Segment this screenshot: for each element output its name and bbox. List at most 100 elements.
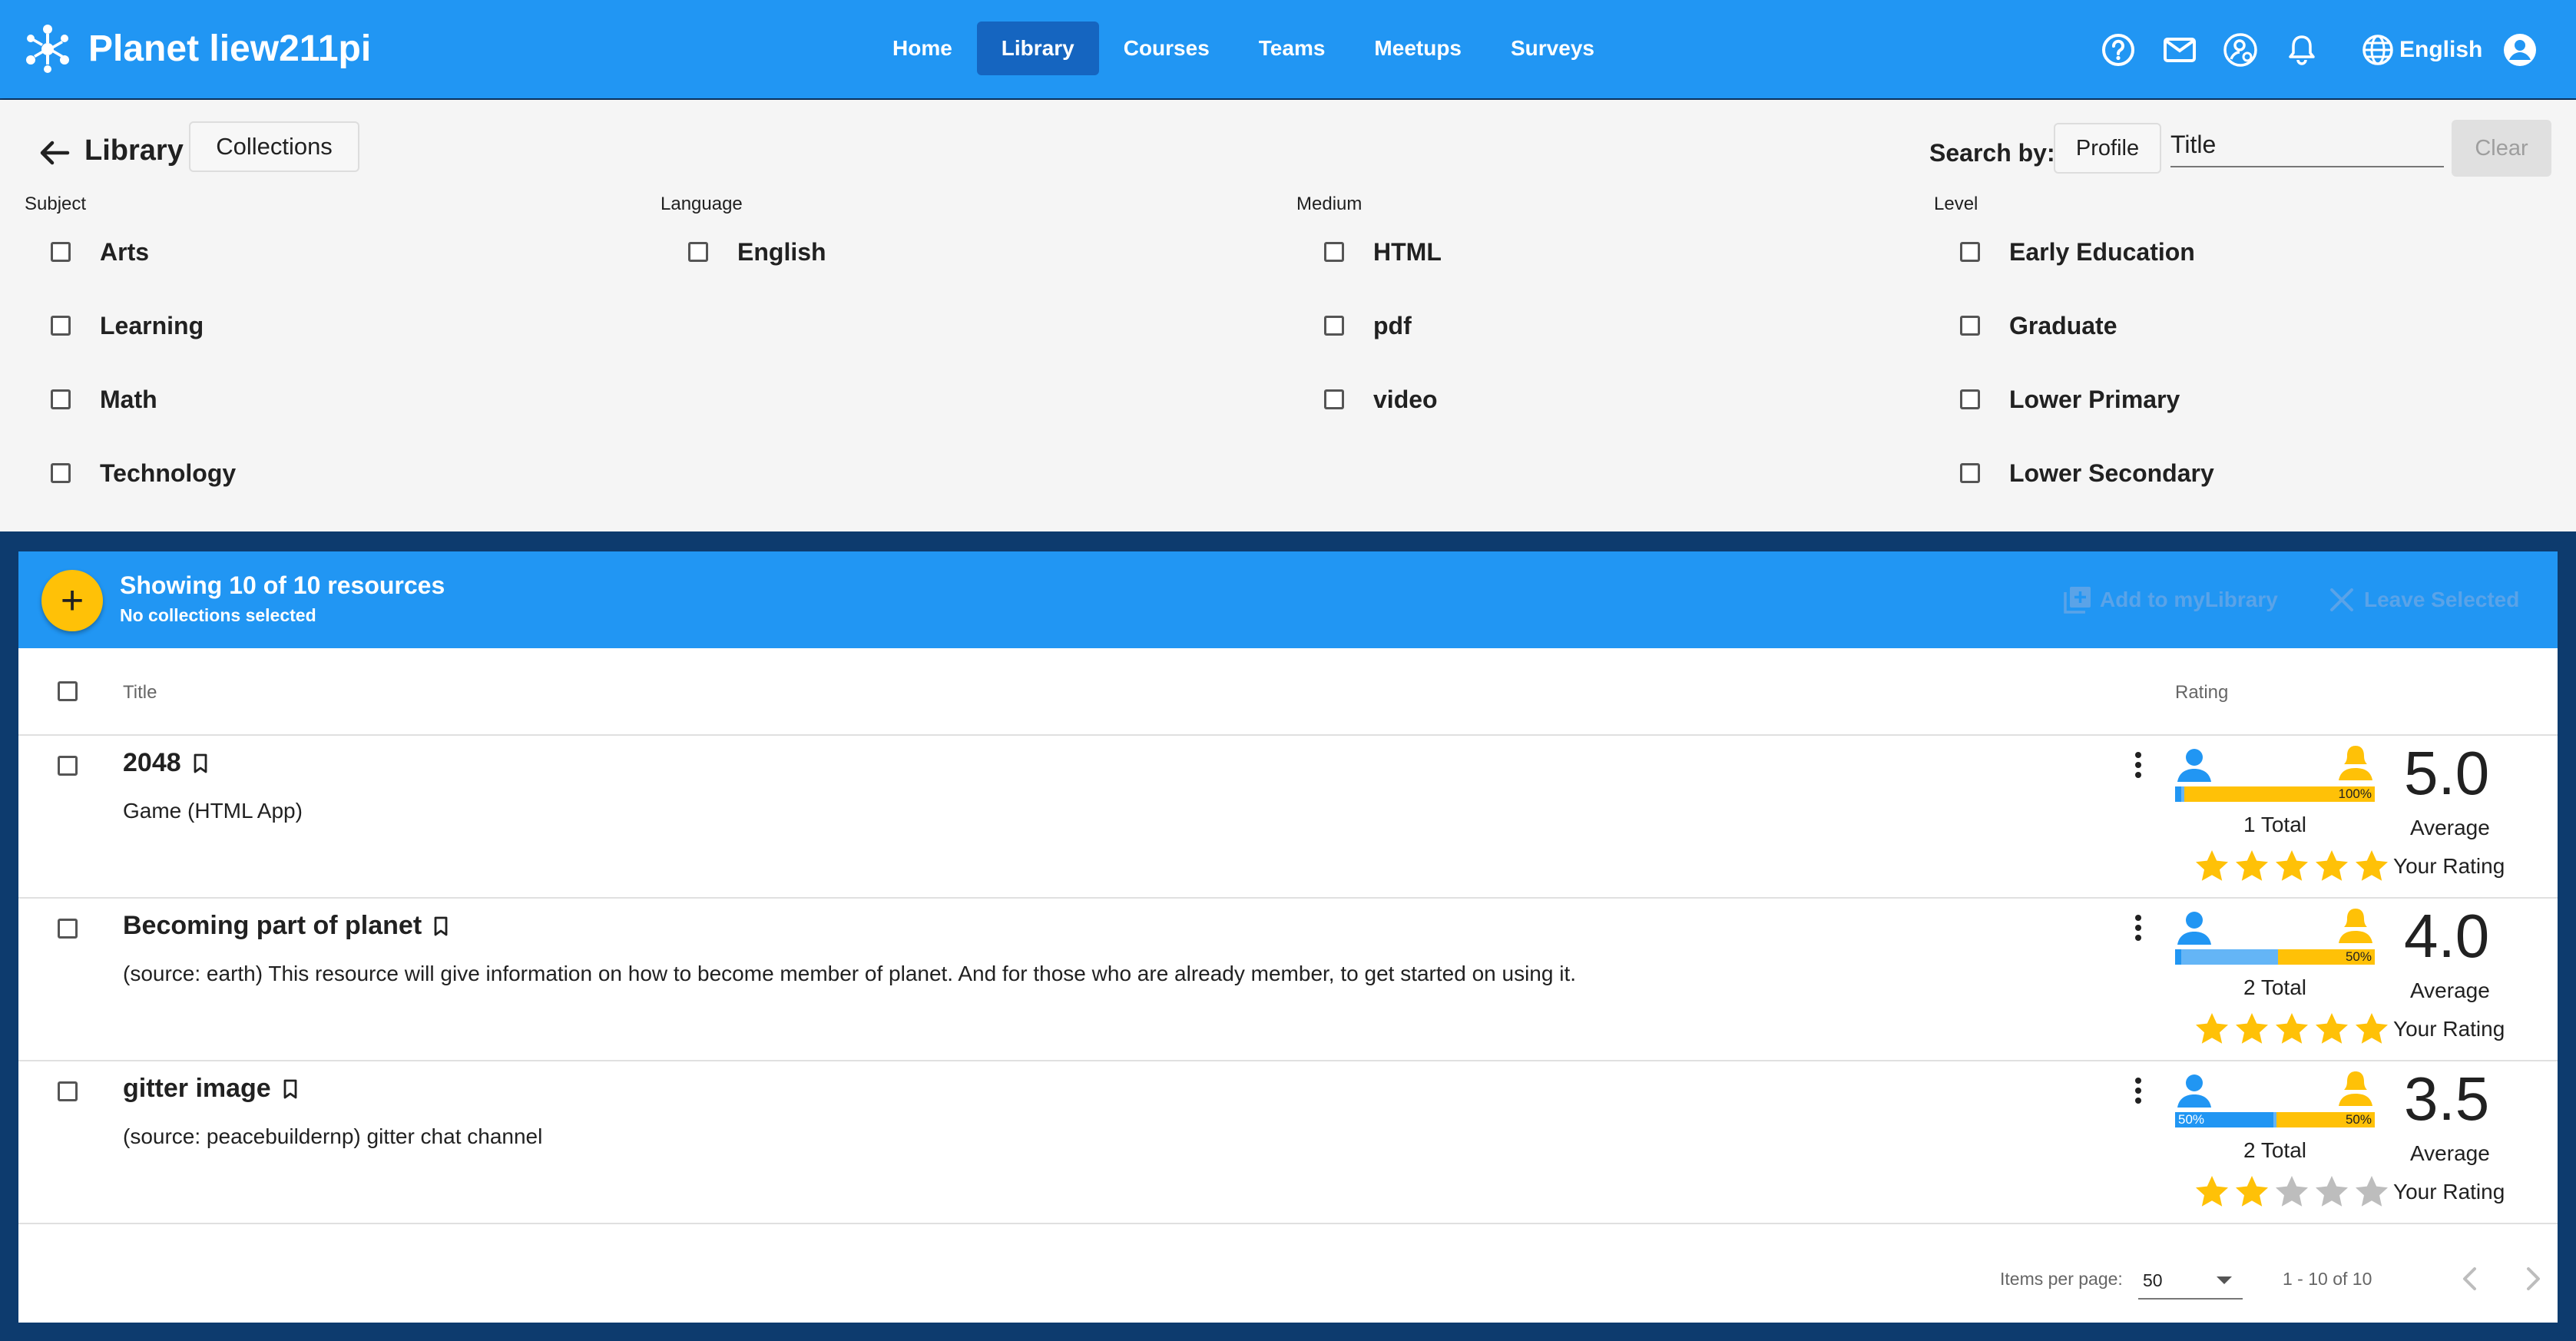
row-checkbox[interactable] (58, 919, 78, 939)
gender-rating-bar: 50% 50% (2175, 1112, 2375, 1127)
your-rating-stars[interactable] (2194, 1174, 2393, 1210)
nav-courses[interactable]: Courses (1099, 22, 1234, 75)
star-filled-icon[interactable] (2233, 1011, 2270, 1048)
leave-selected-button[interactable]: Leave Selected (2326, 582, 2519, 618)
rating-average: 4.0 (2404, 902, 2490, 970)
your-rating-stars[interactable] (2194, 848, 2393, 885)
star-empty-icon[interactable] (2313, 1174, 2350, 1210)
more-vert-icon[interactable] (2123, 748, 2154, 782)
collections-button[interactable]: Collections (189, 121, 359, 172)
app-brand-title[interactable]: Planet liew211pi (88, 23, 371, 75)
bookmark-icon[interactable] (279, 1078, 302, 1101)
star-filled-icon[interactable] (2353, 1011, 2390, 1048)
row-checkbox[interactable] (58, 1081, 78, 1101)
nav-surveys[interactable]: Surveys (1486, 22, 1619, 75)
profile-button[interactable]: Profile (2054, 123, 2161, 174)
clear-button[interactable]: Clear (2452, 120, 2551, 177)
filter-option-arts[interactable]: Arts (51, 233, 149, 270)
checkbox[interactable] (51, 242, 71, 262)
top-app-bar: Planet liew211pi Home Library Courses Te… (0, 0, 2576, 98)
items-per-page-select[interactable]: 50 (2138, 1260, 2243, 1300)
filter-option-lower-primary[interactable]: Lower Primary (1960, 381, 2180, 418)
nav-home[interactable]: Home (868, 22, 977, 75)
account-icon[interactable] (2502, 32, 2538, 68)
filter-option-lower-secondary[interactable]: Lower Secondary (1960, 455, 2214, 492)
column-header-title[interactable]: Title (123, 682, 157, 704)
star-filled-icon[interactable] (2273, 1011, 2310, 1048)
nav-teams[interactable]: Teams (1234, 22, 1350, 75)
filter-option-technology[interactable]: Technology (51, 455, 236, 492)
resource-description: (source: earth) This resource will give … (123, 962, 1576, 985)
checkbox[interactable] (1960, 389, 1980, 409)
star-filled-icon[interactable] (2194, 1011, 2230, 1048)
star-filled-icon[interactable] (2313, 848, 2350, 885)
filter-subject-label: Subject (25, 194, 87, 214)
checkbox[interactable] (51, 463, 71, 483)
filter-option-learning[interactable]: Learning (51, 307, 204, 344)
checkbox[interactable] (1960, 463, 1980, 483)
checkbox[interactable] (1324, 389, 1344, 409)
filter-option-math[interactable]: Math (51, 381, 157, 418)
checkbox[interactable] (51, 316, 71, 336)
resource-title[interactable]: Becoming part of planet (123, 911, 452, 941)
resource-title[interactable]: gitter image (123, 1074, 302, 1104)
checkbox[interactable] (1960, 242, 1980, 262)
star-filled-icon[interactable] (2273, 848, 2310, 885)
checkbox[interactable] (1960, 316, 1980, 336)
next-page-icon[interactable] (2515, 1261, 2550, 1296)
filter-option-english[interactable]: English (688, 233, 826, 270)
star-filled-icon[interactable] (2233, 848, 2270, 885)
male-rating-segment (2175, 949, 2181, 965)
checkbox[interactable] (51, 389, 71, 409)
nav-meetups[interactable]: Meetups (1349, 22, 1486, 75)
close-icon (2330, 588, 2353, 611)
filter-option-html[interactable]: HTML (1324, 233, 1442, 270)
filter-option-early-education[interactable]: Early Education (1960, 233, 2195, 270)
paginator: Items per page: 50 1 - 10 of 10 (18, 1238, 2558, 1323)
gender-rating-bar: 100% (2175, 786, 2375, 802)
star-filled-icon[interactable] (2194, 848, 2230, 885)
checkbox[interactable] (1324, 316, 1344, 336)
star-filled-icon[interactable] (2353, 848, 2390, 885)
previous-page-icon[interactable] (2453, 1261, 2488, 1296)
female-user-icon (2339, 909, 2372, 943)
filter-option-pdf[interactable]: pdf (1324, 307, 1412, 344)
bookmark-icon[interactable] (429, 915, 452, 938)
table-row[interactable]: 2048 Game (HTML App) 100% 1 Total 5.0 Av… (18, 736, 2558, 899)
star-filled-icon[interactable] (2313, 1011, 2350, 1048)
rating-total: 2 Total (2243, 975, 2306, 999)
row-checkbox[interactable] (58, 756, 78, 776)
resource-title[interactable]: 2048 (123, 748, 212, 778)
add-resource-button[interactable]: + (41, 570, 103, 631)
column-header-rating[interactable]: Rating (2175, 682, 2228, 704)
bell-icon[interactable] (2284, 32, 2319, 68)
star-empty-icon[interactable] (2353, 1174, 2390, 1210)
select-all-checkbox[interactable] (58, 681, 78, 701)
checkbox[interactable] (688, 242, 708, 262)
user-settings-icon[interactable] (2223, 32, 2258, 68)
more-vert-icon[interactable] (2123, 1074, 2154, 1108)
no-rating-segment (2181, 949, 2278, 965)
planet-logo-icon[interactable] (20, 22, 75, 77)
add-to-mylibrary-button[interactable]: Add to myLibrary (2061, 582, 2278, 618)
rating-average-label: Average (2410, 816, 2490, 839)
language-selector[interactable]: English (2361, 31, 2482, 69)
filter-option-graduate[interactable]: Graduate (1960, 307, 2117, 344)
table-row[interactable]: gitter image (source: peacebuildernp) gi… (18, 1061, 2558, 1224)
table-row[interactable]: Becoming part of planet (source: earth) … (18, 899, 2558, 1061)
mail-icon[interactable] (2162, 32, 2197, 68)
bookmark-icon[interactable] (189, 752, 212, 775)
search-input[interactable] (2170, 123, 2444, 167)
filter-option-video[interactable]: video (1324, 381, 1438, 418)
back-arrow-icon[interactable] (35, 134, 74, 172)
nav-library[interactable]: Library (976, 22, 1099, 75)
help-icon[interactable] (2101, 32, 2136, 68)
rating-average: 5.0 (2404, 739, 2490, 807)
more-vert-icon[interactable] (2123, 911, 2154, 945)
star-filled-icon[interactable] (2194, 1174, 2230, 1210)
star-filled-icon[interactable] (2233, 1174, 2270, 1210)
star-empty-icon[interactable] (2273, 1174, 2310, 1210)
your-rating-stars[interactable] (2194, 1011, 2393, 1048)
checkbox[interactable] (1324, 242, 1344, 262)
rating-average-label: Average (2410, 1141, 2490, 1165)
